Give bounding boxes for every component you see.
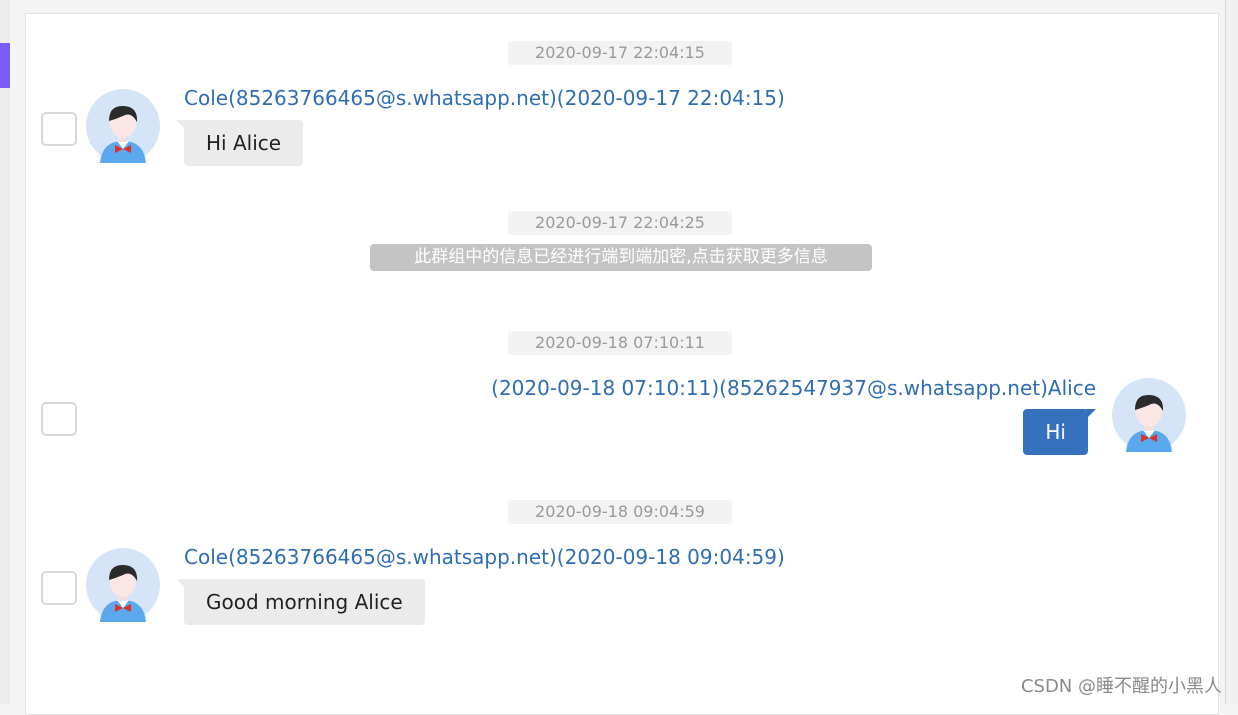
message-timestamp: 2020-09-17 22:04:15 [508, 41, 732, 65]
avatar-icon[interactable] [86, 89, 160, 163]
avatar-icon[interactable] [86, 548, 160, 622]
message-select-checkbox[interactable] [41, 402, 77, 436]
message-select-checkbox[interactable] [41, 112, 77, 146]
avatar-icon[interactable] [1112, 378, 1186, 452]
scrollbar[interactable] [1225, 0, 1238, 704]
message-bubble[interactable]: Hi [1023, 409, 1096, 455]
message-timestamp: 2020-09-18 09:04:59 [508, 500, 732, 524]
sender-header[interactable]: Cole(85263766465@s.whatsapp.net)(2020-09… [184, 545, 785, 569]
sender-header[interactable]: (2020-09-18 07:10:11)(85262547937@s.what… [491, 376, 1096, 400]
left-strip [0, 0, 10, 704]
message-timestamp: 2020-09-18 07:10:11 [508, 331, 732, 355]
encryption-notice[interactable]: 此群组中的信息已经进行端到端加密,点击获取更多信息 [370, 244, 872, 271]
watermark: CSDN @睡不醒的小黑人 [1020, 676, 1222, 697]
message-bubble[interactable]: Hi Alice [175, 120, 304, 166]
message-bubble[interactable]: Good morning Alice [176, 579, 425, 625]
sidebar-accent-tab[interactable] [0, 43, 10, 88]
sender-header[interactable]: Cole(85263766465@s.whatsapp.net)(2020-09… [184, 86, 785, 110]
message-timestamp: 2020-09-17 22:04:25 [508, 211, 732, 235]
message-select-checkbox[interactable] [41, 571, 77, 605]
